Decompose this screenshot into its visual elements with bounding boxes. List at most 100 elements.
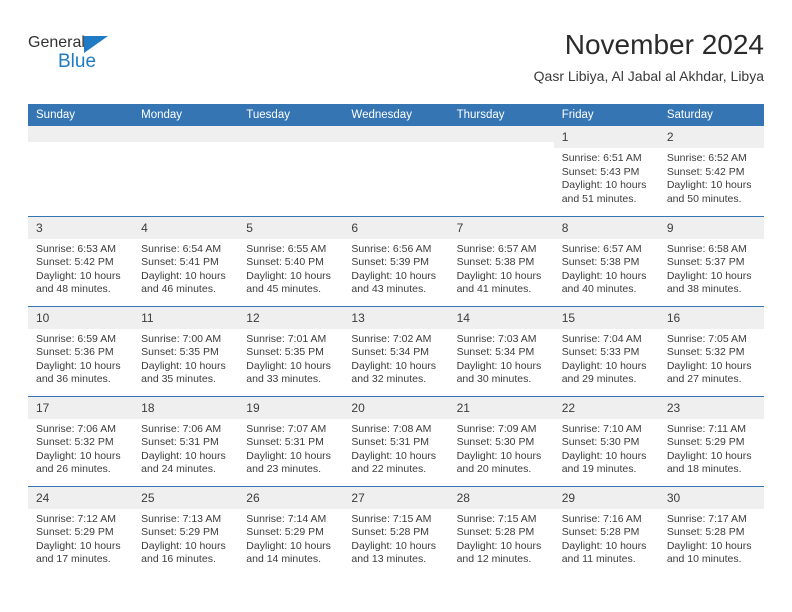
daylight-duration-line2: and 51 minutes. xyxy=(561,192,637,205)
daylight-duration-line2: and 17 minutes. xyxy=(36,553,111,566)
sunset-time: Sunset: 5:32 PM xyxy=(36,436,114,449)
daylight-duration-line2: and 24 minutes. xyxy=(141,463,216,476)
daylight-duration-line2: and 14 minutes. xyxy=(246,553,321,566)
day-details: Sunrise: 7:03 AM Sunset: 5:34 PM Daylight:… xyxy=(449,329,554,387)
daylight-duration-line2: and 43 minutes. xyxy=(351,283,427,296)
day-cell-inner: 29 Sunrise: 7:16 AM Sunset: 5:28 PM Dayligh… xyxy=(553,486,659,567)
weekday-header-wednesday: Wednesday xyxy=(343,104,449,126)
day-details: Sunrise: 6:59 AM Sunset: 5:36 PM Daylight:… xyxy=(28,329,133,387)
day-cell-inner: 21 Sunrise: 7:09 AM Sunset: 5:30 PM Dayligh… xyxy=(448,396,554,477)
daylight-duration-line1: Daylight: 10 hours xyxy=(351,359,437,372)
calendar-day-cell[interactable]: 9 Sunrise: 6:58 AM Sunset: 5:37 PM Daylight… xyxy=(658,215,764,306)
calendar-day-cell[interactable]: 13 Sunrise: 7:02 AM Sunset: 5:34 PM Dayligh… xyxy=(343,305,449,396)
calendar-day-cell[interactable]: 17 Sunrise: 7:06 AM Sunset: 5:32 PM Dayligh… xyxy=(28,395,134,486)
sunrise-time: Sunrise: 7:15 AM xyxy=(351,512,432,525)
sunrise-time: Sunrise: 7:17 AM xyxy=(666,512,747,525)
sunrise-time: Sunrise: 6:54 AM xyxy=(141,242,222,255)
calendar-day-cell[interactable]: 8 Sunrise: 6:57 AM Sunset: 5:38 PM Daylight… xyxy=(553,215,659,306)
calendar-day-cell[interactable]: 25 Sunrise: 7:13 AM Sunset: 5:29 PM Dayligh… xyxy=(133,485,239,576)
calendar-day-cell-empty xyxy=(133,126,239,216)
day-cell-inner: 24 Sunrise: 7:12 AM Sunset: 5:29 PM Dayligh… xyxy=(28,486,134,567)
calendar-day-cell[interactable]: 18 Sunrise: 7:06 AM Sunset: 5:31 PM Dayligh… xyxy=(133,395,239,486)
calendar-day-cell[interactable]: 23 Sunrise: 7:11 AM Sunset: 5:29 PM Dayligh… xyxy=(658,395,764,486)
daylight-duration-line1: Daylight: 10 hours xyxy=(36,359,121,372)
sunset-time: Sunset: 5:30 PM xyxy=(456,436,535,449)
daylight-duration-line1: Daylight: 10 hours xyxy=(141,269,226,282)
daylight-duration-line1: Daylight: 10 hours xyxy=(351,449,437,462)
day-details: Sunrise: 6:55 AM Sunset: 5:40 PM Daylight:… xyxy=(238,239,343,297)
calendar-day-cell[interactable]: 7 Sunrise: 6:57 AM Sunset: 5:38 PM Daylight… xyxy=(448,215,554,306)
day-cell-inner: 16 Sunrise: 7:05 AM Sunset: 5:32 PM Dayligh… xyxy=(658,306,764,387)
daylight-duration-line1: Daylight: 10 hours xyxy=(141,539,226,552)
calendar-day-cell[interactable]: 27 Sunrise: 7:15 AM Sunset: 5:28 PM Dayligh… xyxy=(343,485,449,576)
day-cell-inner: 1 Sunrise: 6:51 AM Sunset: 5:43 PM Daylight… xyxy=(553,126,659,206)
day-details: Sunrise: 7:01 AM Sunset: 5:35 PM Daylight:… xyxy=(238,329,343,387)
calendar-day-cell[interactable]: 15 Sunrise: 7:04 AM Sunset: 5:33 PM Dayligh… xyxy=(553,305,659,396)
calendar-day-cell[interactable]: 4 Sunrise: 6:54 AM Sunset: 5:41 PM Daylight… xyxy=(133,215,239,306)
sunrise-time: Sunrise: 7:16 AM xyxy=(561,512,642,525)
calendar-day-cell[interactable]: 24 Sunrise: 7:12 AM Sunset: 5:29 PM Dayligh… xyxy=(28,485,134,576)
sunrise-time: Sunrise: 6:59 AM xyxy=(36,332,116,345)
day-cell-inner xyxy=(238,126,344,142)
calendar-day-cell[interactable]: 2 Sunrise: 6:52 AM Sunset: 5:42 PM Daylight… xyxy=(658,126,764,216)
daylight-duration-line1: Daylight: 10 hours xyxy=(351,269,437,282)
daylight-duration-line2: and 20 minutes. xyxy=(456,463,532,476)
calendar-day-cell[interactable]: 1 Sunrise: 6:51 AM Sunset: 5:43 PM Daylight… xyxy=(553,126,659,216)
daylight-duration-line1: Daylight: 10 hours xyxy=(666,359,752,372)
calendar-day-cell[interactable]: 20 Sunrise: 7:08 AM Sunset: 5:31 PM Dayligh… xyxy=(343,395,449,486)
calendar-day-cell[interactable]: 11 Sunrise: 7:00 AM Sunset: 5:35 PM Dayligh… xyxy=(133,305,239,396)
calendar-day-cell[interactable]: 14 Sunrise: 7:03 AM Sunset: 5:34 PM Dayligh… xyxy=(448,305,554,396)
daylight-duration-line1: Daylight: 10 hours xyxy=(456,449,542,462)
day-number: 7 xyxy=(448,216,554,239)
day-cell-inner xyxy=(448,126,554,142)
calendar-day-cell[interactable]: 28 Sunrise: 7:15 AM Sunset: 5:28 PM Dayligh… xyxy=(448,485,554,576)
daylight-duration-line2: and 12 minutes. xyxy=(456,553,532,566)
daylight-duration-line1: Daylight: 10 hours xyxy=(36,269,121,282)
calendar-day-cell[interactable]: 22 Sunrise: 7:10 AM Sunset: 5:30 PM Dayligh… xyxy=(553,395,659,486)
sunrise-sunset-calendar: Sunday Monday Tuesday Wednesday Thursday Frid… xyxy=(28,104,764,576)
sunset-time: Sunset: 5:29 PM xyxy=(141,526,219,539)
sunset-time: Sunset: 5:42 PM xyxy=(36,256,114,269)
calendar-day-cell[interactable]: 19 Sunrise: 7:07 AM Sunset: 5:31 PM Dayligh… xyxy=(238,395,344,486)
day-number: 24 xyxy=(28,486,134,509)
calendar-day-cell[interactable]: 26 Sunrise: 7:14 AM Sunset: 5:29 PM Dayligh… xyxy=(238,485,344,576)
daylight-duration-line2: and 45 minutes. xyxy=(246,283,321,296)
day-number xyxy=(133,126,239,142)
calendar-day-cell[interactable]: 29 Sunrise: 7:16 AM Sunset: 5:28 PM Dayligh… xyxy=(553,485,659,576)
daylight-duration-line1: Daylight: 10 hours xyxy=(246,359,331,372)
sunrise-time: Sunrise: 7:06 AM xyxy=(36,422,116,435)
calendar-day-cell[interactable]: 12 Sunrise: 7:01 AM Sunset: 5:35 PM Dayligh… xyxy=(238,305,344,396)
calendar-day-cell[interactable]: 6 Sunrise: 6:56 AM Sunset: 5:39 PM Daylight… xyxy=(343,215,449,306)
calendar-day-cell[interactable]: 10 Sunrise: 6:59 AM Sunset: 5:36 PM Dayligh… xyxy=(28,305,134,396)
day-number: 1 xyxy=(553,126,659,148)
day-cell-inner: 30 Sunrise: 7:17 AM Sunset: 5:28 PM Dayligh… xyxy=(658,486,764,567)
calendar-day-cell[interactable]: 5 Sunrise: 6:55 AM Sunset: 5:40 PM Daylight… xyxy=(238,215,344,306)
sunset-time: Sunset: 5:28 PM xyxy=(456,526,535,539)
day-number: 21 xyxy=(448,396,554,419)
day-number: 22 xyxy=(553,396,659,419)
weekday-header-monday: Monday xyxy=(133,104,239,126)
calendar-day-cell[interactable]: 30 Sunrise: 7:17 AM Sunset: 5:28 PM Dayligh… xyxy=(658,485,764,576)
calendar-page: General Blue November 2024 Qasr Libiya, … xyxy=(0,0,792,612)
calendar-day-cell[interactable]: 21 Sunrise: 7:09 AM Sunset: 5:30 PM Dayligh… xyxy=(448,395,554,486)
day-cell-inner: 15 Sunrise: 7:04 AM Sunset: 5:33 PM Dayligh… xyxy=(553,306,659,387)
day-number: 30 xyxy=(658,486,764,509)
calendar-day-cell[interactable]: 3 Sunrise: 6:53 AM Sunset: 5:42 PM Daylight… xyxy=(28,215,134,306)
day-number: 29 xyxy=(553,486,659,509)
generalblue-logo[interactable]: General Blue xyxy=(28,28,158,84)
daylight-duration-line2: and 18 minutes. xyxy=(666,463,742,476)
daylight-duration-line2: and 48 minutes. xyxy=(36,283,111,296)
calendar-day-cell[interactable]: 16 Sunrise: 7:05 AM Sunset: 5:32 PM Dayligh… xyxy=(658,305,764,396)
sunset-time: Sunset: 5:28 PM xyxy=(666,526,745,539)
day-cell-inner: 4 Sunrise: 6:54 AM Sunset: 5:41 PM Daylight… xyxy=(133,216,239,297)
sunrise-time: Sunrise: 6:53 AM xyxy=(36,242,116,255)
logo-text-general: General xyxy=(28,34,85,51)
sunset-time: Sunset: 5:28 PM xyxy=(351,526,430,539)
day-details: Sunrise: 7:15 AM Sunset: 5:28 PM Daylight:… xyxy=(449,509,554,567)
day-cell-inner xyxy=(28,126,134,142)
calendar-week-row: 10 Sunrise: 6:59 AM Sunset: 5:36 PM Dayligh… xyxy=(28,305,764,396)
day-details: Sunrise: 7:07 AM Sunset: 5:31 PM Daylight:… xyxy=(238,419,343,477)
day-cell-inner: 26 Sunrise: 7:14 AM Sunset: 5:29 PM Dayligh… xyxy=(238,486,344,567)
daylight-duration-line2: and 19 minutes. xyxy=(561,463,637,476)
weekday-header-tuesday: Tuesday xyxy=(238,104,344,126)
